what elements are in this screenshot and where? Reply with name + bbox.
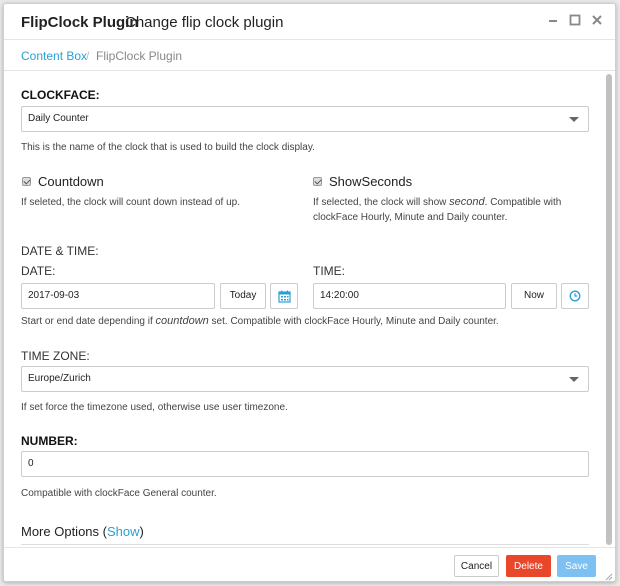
cancel-button[interactable]: Cancel [454,555,499,577]
divider [21,544,589,545]
dialog: FlipClock Plugin Change flip clock plugi… [3,3,616,582]
breadcrumb-link-content-box[interactable]: Content Box [21,49,87,63]
delete-button[interactable]: Delete [506,555,551,577]
datetime-help-text: Start or end date depending if [21,316,156,327]
save-button[interactable]: Save [557,555,596,577]
number-help: Compatible with clockFace General counte… [21,488,217,499]
calendar-icon [277,290,291,303]
dialog-title: FlipClock Plugin [21,14,139,31]
clockface-select[interactable]: Daily Counter [21,106,589,132]
showseconds-label[interactable]: ShowSeconds [329,174,412,189]
dialog-footer: Cancel Delete Save [4,547,615,581]
datetime-help-em: countdown [155,315,209,327]
minimize-icon[interactable] [546,13,560,29]
showseconds-help-text: If selected, the clock will show [313,197,450,208]
number-label: NUMBER: [21,434,78,448]
datetime-help: Start or end date depending if countdown… [21,314,601,329]
number-input-value: 0 [28,458,34,469]
clock-button[interactable] [561,283,589,309]
titlebar: FlipClock Plugin Change flip clock plugi… [4,4,615,40]
clockface-help: This is the name of the clock that is us… [21,142,315,153]
breadcrumb-current: FlipClock Plugin [96,49,183,63]
timezone-select-value: Europe/Zurich [28,373,91,384]
chevron-down-icon [569,377,579,382]
timezone-help: If set force the timezone used, otherwis… [21,402,288,413]
breadcrumb-separator: / [86,49,90,63]
clockface-label: CLOCKFACE: [21,88,100,102]
more-options-show-link[interactable]: Show [107,524,140,539]
datetime-label: DATE & TIME: [21,244,99,258]
time-input-value: 14:20:00 [320,290,359,301]
today-button[interactable]: Today [220,283,266,309]
more-options-label: More Options ( [21,524,107,539]
breadcrumb: Content Box / FlipClock Plugin [4,40,615,71]
date-input[interactable]: 2017-09-03 [21,283,215,309]
countdown-checkbox[interactable] [22,177,31,186]
datetime-help-text-2: set. Compatible with clockFace Hourly, M… [208,316,499,327]
timezone-select[interactable]: Europe/Zurich [21,366,589,392]
countdown-label[interactable]: Countdown [38,174,104,189]
chevron-down-icon [569,117,579,122]
time-label: TIME: [313,264,345,278]
timezone-label: TIME ZONE: [21,349,90,363]
scrollbar-thumb[interactable] [606,74,612,545]
number-input[interactable]: 0 [21,451,589,477]
dialog-subtitle: Change flip clock plugin [125,14,284,31]
date-input-value: 2017-09-03 [28,290,80,301]
maximize-icon[interactable] [568,13,582,29]
clock-icon [569,290,581,302]
time-input[interactable]: 14:20:00 [313,283,506,309]
showseconds-checkbox[interactable] [313,177,322,186]
showseconds-help-em: second [449,196,485,208]
showseconds-help: If selected, the clock will show second.… [313,195,598,225]
form-body: CLOCKFACE: Daily Counter This is the nam… [4,72,604,547]
now-button[interactable]: Now [511,283,557,309]
clockface-select-value: Daily Counter [28,113,89,124]
more-options: More Options (Show) [21,524,144,539]
date-label: DATE: [21,264,56,278]
close-icon[interactable] [590,13,604,29]
scrollbar[interactable] [604,72,615,547]
resize-handle-icon[interactable] [605,573,613,581]
countdown-help: If seleted, the clock will count down in… [21,197,241,208]
calendar-button[interactable] [270,283,298,309]
more-options-close-paren: ) [139,524,144,539]
